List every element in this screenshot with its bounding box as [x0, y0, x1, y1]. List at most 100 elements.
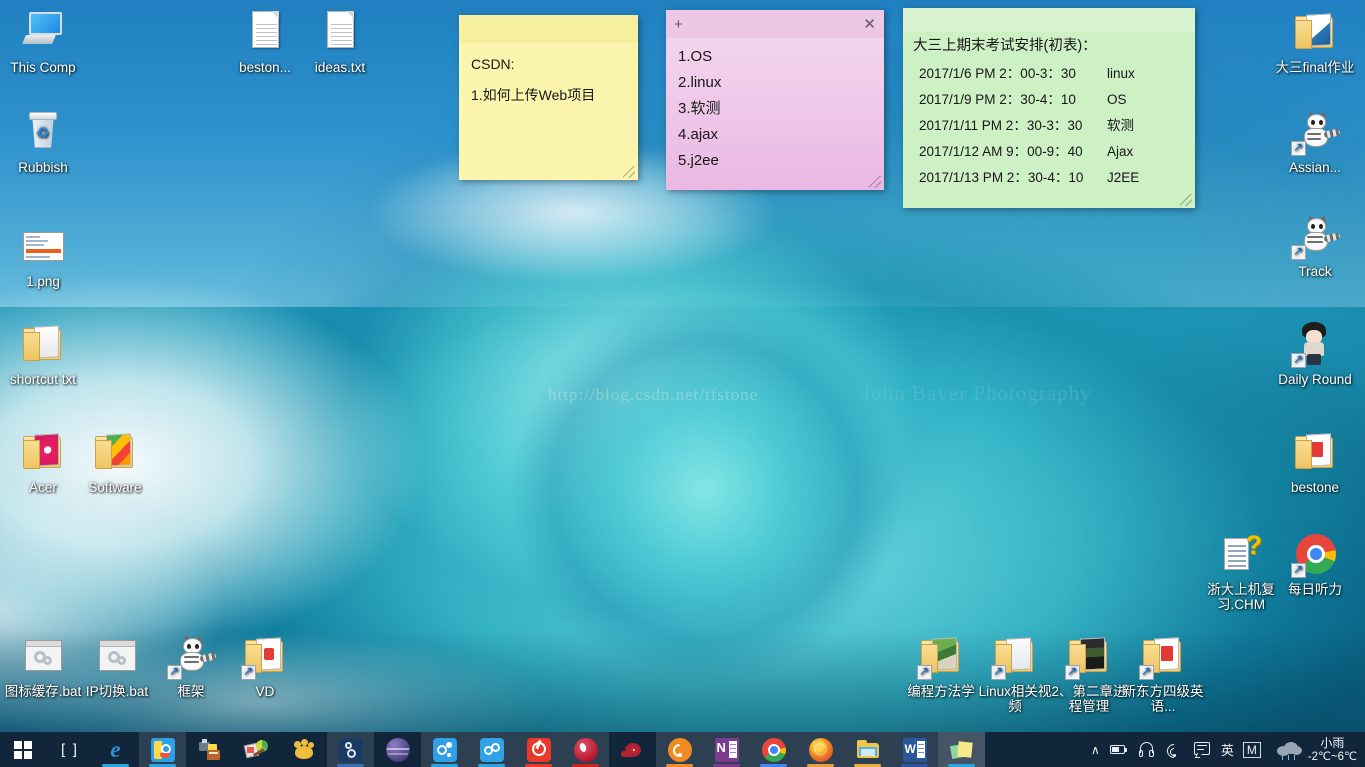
close-icon[interactable]: ✕: [863, 17, 876, 32]
desktop-icon-shortcut-txt[interactable]: shortcut txt: [0, 320, 86, 387]
taskbar-item-onenote[interactable]: N: [703, 732, 750, 767]
taskbar-item-snail-app[interactable]: [609, 732, 656, 767]
desktop[interactable]: http://blog.csdn.net/tfstone John Bayer …: [0, 0, 1365, 767]
desktop-icon-label: Assian...: [1289, 160, 1341, 175]
desktop-icon-neworiental-cet4[interactable]: 新东方四级英语...: [1120, 632, 1206, 714]
taskbar-item-everything-search[interactable]: [139, 732, 186, 767]
desktop-icon-bestone-txt[interactable]: beston...: [222, 8, 308, 75]
start-button[interactable]: [0, 732, 46, 767]
watermark-blog-url: http://blog.csdn.net/tfstone: [548, 385, 759, 404]
taskbar-item-paint-tool[interactable]: [233, 732, 280, 767]
note-line: 1.OS: [678, 48, 713, 65]
taskbar-item-microsoft-word[interactable]: W: [891, 732, 938, 767]
desktop-icon-daily-listening[interactable]: 每日听力: [1272, 530, 1358, 597]
shortcut-overlay-icon: [991, 663, 1006, 680]
person-shortcut-icon: [1291, 320, 1339, 368]
ime-language-indicator[interactable]: 英: [1221, 740, 1234, 759]
note-line: 4.ajax: [678, 126, 719, 143]
taskbar-item-bluestack-app[interactable]: [421, 732, 468, 767]
taskbar-item-mozilla-firefox[interactable]: [797, 732, 844, 767]
search-folder-icon: [150, 737, 175, 762]
exam-datetime: 2017/1/13 PM 2：30-4：10: [919, 169, 1084, 185]
desktop-icon-vd[interactable]: VD: [222, 632, 308, 699]
taskbar-item-kugou-music[interactable]: [562, 732, 609, 767]
taskbar-item-dark-globe-app[interactable]: [374, 732, 421, 767]
globe-icon: [385, 737, 410, 762]
resize-grip-icon[interactable]: [1180, 194, 1192, 206]
shortcut-overlay-icon: [917, 663, 932, 680]
sticky-notes-icon: [949, 738, 974, 762]
sticky-note-pink[interactable]: + ✕ 1.OS 2.linux 3.软测 4.ajax 5.j2ee: [666, 10, 884, 190]
taskbar-item-wifi-share[interactable]: [656, 732, 703, 767]
desktop-icon-daily-round[interactable]: Daily Round: [1272, 320, 1358, 387]
sticky-note-body[interactable]: 1.OS 2.linux 3.软测 4.ajax 5.j2ee: [666, 38, 884, 182]
desktop-icon-1png[interactable]: 1.png: [0, 222, 86, 289]
task-view-button[interactable]: [ ]: [46, 732, 92, 767]
sticky-note-green[interactable]: 大三上期末考试安排(初表)： 2017/1/6 PM 2：00-3：30 lin…: [903, 8, 1195, 208]
paint-icon: [243, 738, 269, 762]
note-line: 1.如何上传Web项目: [471, 87, 596, 103]
taskbar-item-google-chrome[interactable]: [750, 732, 797, 767]
headset-icon[interactable]: [1137, 740, 1156, 759]
folder-shortcut-icon: [991, 632, 1039, 680]
wifi-icon[interactable]: [1163, 740, 1184, 761]
battery-icon[interactable]: [1109, 740, 1128, 759]
rain-cloud-icon: [1276, 741, 1303, 760]
desktop-icon-software[interactable]: Software: [72, 428, 158, 495]
folder-icon: [1291, 428, 1339, 476]
action-center-icon[interactable]: [1193, 740, 1212, 759]
sticky-note-yellow[interactable]: CSDN: 1.如何上传Web项目: [459, 15, 638, 180]
taskbar-item-sticky-notes[interactable]: [938, 732, 985, 767]
folder-icon: [856, 738, 880, 762]
blue-atom-icon: [432, 737, 457, 762]
desktop-icon-recycle-bin[interactable]: ♻ Rubbish: [0, 108, 86, 175]
resize-grip-icon[interactable]: [623, 166, 635, 178]
desktop-icon-label: 1.png: [26, 274, 60, 289]
sticky-note-header[interactable]: + ✕: [666, 10, 884, 38]
taskbar-item-microsoft-edge[interactable]: e: [92, 732, 139, 767]
taskbar-app-list[interactable]: e N W: [92, 732, 1087, 767]
chrome-icon: [761, 737, 786, 762]
taskbar-item-file-explorer[interactable]: [844, 732, 891, 767]
desktop-icon-label: Track: [1298, 264, 1332, 279]
desktop-icon-label: ideas.txt: [314, 60, 366, 75]
desktop-icon-assian[interactable]: Assian...: [1272, 108, 1358, 175]
weather-condition: 小雨: [1320, 735, 1345, 750]
folder-icon: [91, 428, 139, 476]
desktop-icon-this-computer[interactable]: This Comp: [0, 8, 86, 75]
word-icon: W: [902, 737, 927, 762]
taskbar-item-cloud-sync-app[interactable]: [468, 732, 515, 767]
folder-icon: [1291, 8, 1339, 56]
show-hidden-icons-icon[interactable]: ∧: [1091, 743, 1100, 757]
taskbar-item-tool-utility[interactable]: [186, 732, 233, 767]
desktop-icon-label: Daily Round: [1278, 372, 1352, 387]
folder-shortcut-icon: [917, 632, 965, 680]
sticky-note-header[interactable]: [459, 15, 638, 43]
taskbar[interactable]: [ ] e N W ∧ 英 M 小雨 -2℃~6℃: [0, 732, 1365, 767]
desktop-icon-senior-final-homework[interactable]: 大三final作业: [1272, 8, 1358, 75]
sticky-note-body[interactable]: CSDN: 1.如何上传Web项目: [459, 43, 638, 119]
exam-subject: 软测: [1107, 117, 1134, 133]
folder-icon: [19, 320, 67, 368]
resize-grip-icon[interactable]: [869, 176, 881, 188]
taskbar-item-foxmail[interactable]: [327, 732, 374, 767]
taskbar-item-netease-music[interactable]: [515, 732, 562, 767]
cat-shortcut-icon: [1291, 108, 1341, 156]
weather-widget[interactable]: 小雨 -2℃~6℃: [1267, 732, 1365, 767]
desktop-icon-bestone-folder[interactable]: bestone: [1272, 428, 1358, 495]
image-file-icon: [19, 222, 67, 270]
taskbar-item-baidu-netdisk[interactable]: [280, 732, 327, 767]
cloud-icon: [479, 737, 504, 762]
computer-icon: [19, 8, 67, 56]
system-tray[interactable]: ∧ 英 M: [1087, 732, 1267, 767]
chrome-shortcut-icon: [1291, 530, 1339, 578]
onedrive-m-indicator[interactable]: M: [1242, 741, 1261, 758]
note-title: 大三上期末考试安排(初表)：: [913, 38, 1097, 54]
sticky-note-header[interactable]: [903, 8, 1195, 32]
desktop-icon-track[interactable]: Track: [1272, 212, 1358, 279]
add-note-icon[interactable]: +: [674, 17, 683, 32]
exam-row: 2017/1/6 PM 2：00-3：30 linux: [913, 61, 1185, 87]
sticky-note-body[interactable]: 大三上期末考试安排(初表)： 2017/1/6 PM 2：00-3：30 lin…: [903, 32, 1195, 199]
desktop-icon-ideas-txt[interactable]: ideas.txt: [297, 8, 383, 75]
task-view-icon: [ ]: [60, 740, 78, 759]
